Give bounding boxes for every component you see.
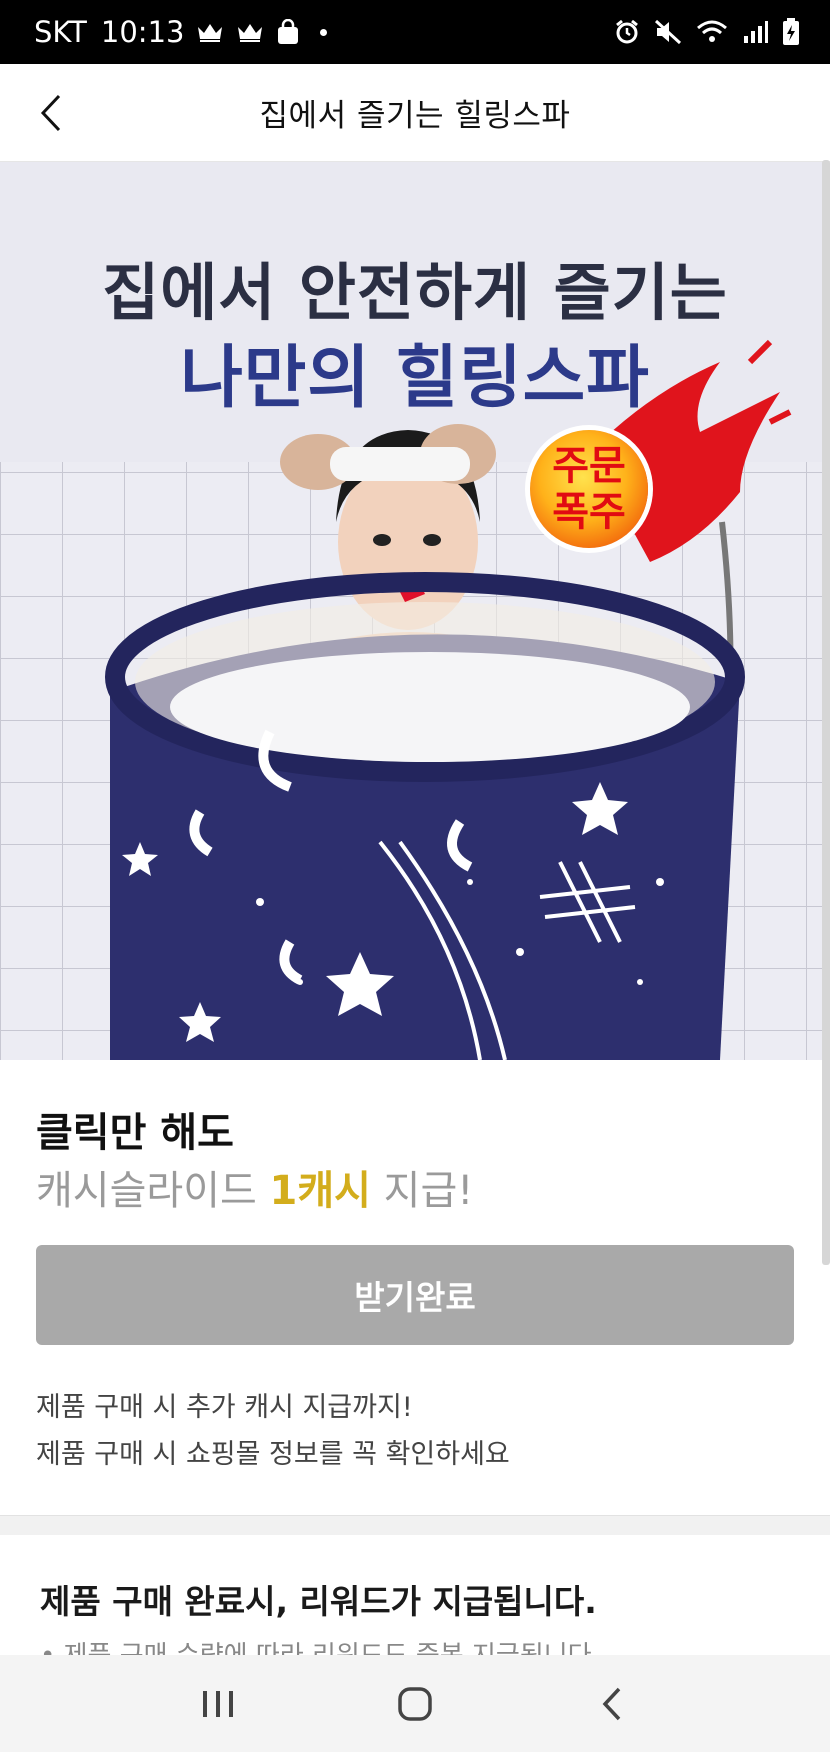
status-bar: SKT 10:13 — [0, 0, 830, 64]
promo-note-1: 제품 구매 시 추가 캐시 지급까지! — [36, 1392, 413, 1423]
system-nav-bar — [0, 1655, 830, 1752]
hot-order-badge: 주문 폭주 — [530, 430, 648, 548]
home-icon — [398, 1686, 432, 1721]
recents-button[interactable] — [178, 1664, 258, 1744]
status-left: SKT 10:13 — [34, 15, 328, 49]
shopping-bag-icon — [276, 19, 300, 45]
scrollbar[interactable] — [822, 160, 830, 1265]
reward-title: 제품 구매 완료시, 리워드가 지급됩니다. — [40, 1582, 597, 1621]
back-button[interactable] — [26, 88, 76, 138]
crown-icon — [196, 21, 224, 43]
promo-cash-amount: 1캐시 — [269, 1168, 371, 1214]
claim-complete-button[interactable]: 받기완료 — [36, 1245, 794, 1345]
notification-dot-icon — [320, 28, 328, 36]
hero-subheadline: 나만의 힐링스파 — [180, 339, 650, 418]
crown-icon-2 — [236, 21, 264, 43]
promo-subtitle: 캐시슬라이드 1캐시 지급! — [36, 1158, 473, 1216]
app-header: 집에서 즐기는 힐링스파 — [0, 64, 830, 162]
promo-sub-prefix: 캐시슬라이드 — [36, 1168, 270, 1214]
carrier-label: SKT — [34, 15, 87, 49]
cash-promo-section: 클릭만 해도 캐시슬라이드 1캐시 지급! 받기완료 제품 구매 시 추가 캐시… — [0, 1060, 830, 1515]
back-icon — [602, 1687, 620, 1720]
badge-text-1: 주문 — [552, 443, 626, 489]
reward-section: 제품 구매 완료시, 리워드가 지급됩니다. • 제품 구매 수량에 따라 리워… — [0, 1535, 830, 1655]
mute-icon — [654, 19, 682, 45]
promo-sub-suffix: 지급! — [370, 1168, 474, 1214]
recents-icon — [203, 1690, 234, 1717]
section-divider — [0, 1515, 830, 1535]
nav-back-button[interactable] — [572, 1664, 652, 1744]
product-hero-image[interactable]: 집에서 안전하게 즐기는 나만의 힐링스파 주문 폭주 — [0, 162, 830, 1060]
alarm-icon — [614, 19, 640, 45]
home-button[interactable] — [375, 1664, 455, 1744]
badge-text-2: 폭주 — [552, 489, 626, 535]
reward-bullet: • 제품 구매 수량에 따라 리워드도 중복 지급됩니다 — [40, 1635, 592, 1655]
clock: 10:13 — [100, 15, 185, 49]
hero-headline: 집에서 안전하게 즐기는 — [102, 256, 728, 329]
promo-title: 클릭만 해도 — [36, 1110, 234, 1156]
wifi-icon — [696, 19, 728, 45]
status-right — [614, 18, 800, 46]
signal-icon — [742, 20, 768, 44]
promo-note-2: 제품 구매 시 쇼핑몰 정보를 꼭 확인하세요 — [36, 1439, 510, 1470]
battery-charging-icon — [782, 18, 800, 46]
page-title: 집에서 즐기는 힐링스파 — [259, 98, 571, 134]
chevron-left-icon — [40, 94, 61, 132]
